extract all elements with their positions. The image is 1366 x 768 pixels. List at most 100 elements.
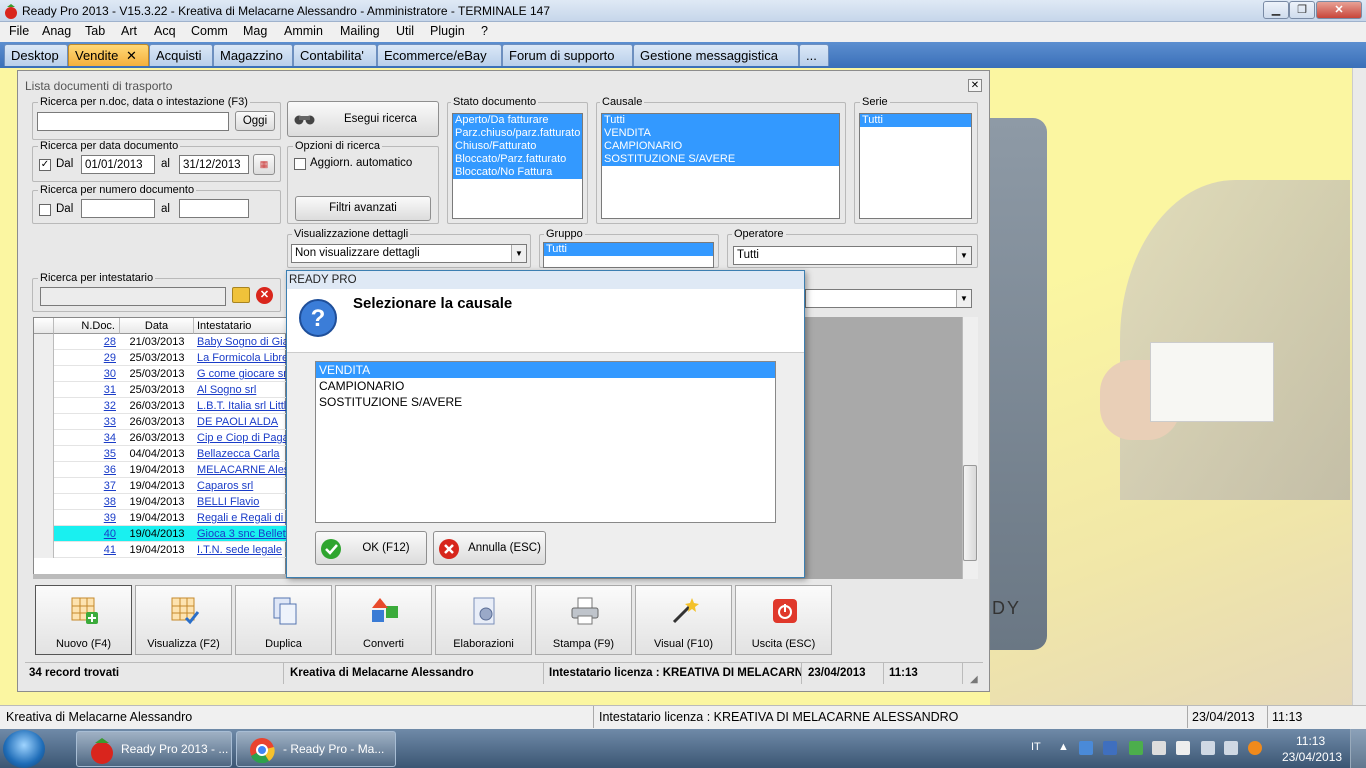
doc-number-link[interactable]: 36	[54, 462, 116, 478]
auto-update-checkbox[interactable]	[294, 158, 306, 170]
gruppo-option[interactable]: Tutti	[544, 243, 713, 256]
customer-link[interactable]: I.T.N. sede legale	[197, 542, 287, 558]
causale-choice[interactable]: SOSTITUZIONE S/AVERE	[316, 394, 775, 410]
show-desktop-button[interactable]	[1350, 729, 1366, 768]
status-option[interactable]: Bloccato/Parz.fatturato	[453, 153, 582, 166]
number-filter-checkbox[interactable]	[39, 204, 51, 216]
doc-number-link[interactable]: 33	[54, 414, 116, 430]
print-button[interactable]: Stampa (F9)	[535, 585, 632, 655]
doc-number-link[interactable]: 28	[54, 334, 116, 350]
customer-link[interactable]: MELACARNE Aless	[197, 462, 287, 478]
serie-listbox[interactable]: Tutti	[859, 113, 972, 219]
menu-ammin[interactable]: Ammin	[284, 24, 323, 38]
documents-grid[interactable]: N.Doc. Data Intestatario 28 21/03/2013 Bab…	[33, 317, 287, 579]
execute-search-button[interactable]: Esegui ricerca	[287, 101, 439, 137]
doc-number-link[interactable]: 31	[54, 382, 116, 398]
processing-button[interactable]: Elaborazioni	[435, 585, 532, 655]
row-selector[interactable]	[34, 462, 54, 478]
date-filter-checkbox[interactable]: ✓	[39, 159, 51, 171]
tab-ecommerce[interactable]: Ecommerce/eBay	[377, 44, 502, 66]
exit-button[interactable]: Uscita (ESC)	[735, 585, 832, 655]
language-indicator[interactable]: IT	[1031, 741, 1041, 753]
close-window-button[interactable]: ✕	[1316, 1, 1362, 19]
row-selector[interactable]	[34, 350, 54, 366]
date-to-field[interactable]	[179, 155, 249, 174]
tab-magazzino[interactable]: Magazzino	[213, 44, 293, 66]
causale-listbox[interactable]: Tutti VENDITA CAMPIONARIO SOSTITUZIONE S…	[601, 113, 840, 219]
menu-anag[interactable]: Anag	[42, 24, 71, 38]
date-from-field[interactable]	[81, 155, 155, 174]
table-row[interactable]: 29 25/03/2013 La Formicola Librer	[34, 350, 287, 366]
grid-scroll-thumb[interactable]	[963, 465, 977, 561]
table-row[interactable]: 33 26/03/2013 DE PAOLI ALDA	[34, 414, 287, 430]
serie-option[interactable]: Tutti	[860, 114, 971, 127]
operatore-select[interactable]: Tutti ▼	[733, 246, 972, 265]
table-row[interactable]: 40 19/04/2013 Gioca 3 snc Belletti	[34, 526, 287, 542]
doc-close-button[interactable]: ✕	[968, 79, 982, 92]
status-option[interactable]: Bloccato/No Fattura	[453, 166, 582, 179]
network-icon[interactable]	[1201, 741, 1215, 755]
start-button[interactable]	[3, 730, 45, 768]
tab-messaggistica[interactable]: Gestione messaggistica	[633, 44, 799, 66]
folder-icon[interactable]	[232, 287, 250, 303]
new-button[interactable]: Nuovo (F4)	[35, 585, 132, 655]
dialog-ok-button[interactable]: OK (F12)	[315, 531, 427, 565]
tab-close-icon[interactable]: ✕	[126, 48, 137, 63]
row-selector[interactable]	[34, 510, 54, 526]
dialog-cancel-button[interactable]: Annulla (ESC)	[433, 531, 546, 565]
doc-number-link[interactable]: 34	[54, 430, 116, 446]
row-selector[interactable]	[34, 366, 54, 382]
gruppo-listbox[interactable]: Tutti	[543, 242, 714, 268]
row-selector[interactable]	[34, 446, 54, 462]
doc-number-link[interactable]: 35	[54, 446, 116, 462]
row-selector[interactable]	[34, 430, 54, 446]
status-option[interactable]: Aperto/Da fatturare	[453, 114, 582, 127]
grid-header-data[interactable]: Data	[120, 318, 194, 334]
duplicate-button[interactable]: Duplica	[235, 585, 332, 655]
causale-choice-list[interactable]: VENDITA CAMPIONARIO SOSTITUZIONE S/AVERE	[315, 361, 776, 523]
doc-number-link[interactable]: 38	[54, 494, 116, 510]
table-row[interactable]: 30 25/03/2013 G come giocare srl	[34, 366, 287, 382]
table-row[interactable]: 41 19/04/2013 I.T.N. sede legale	[34, 542, 287, 558]
menu-acq[interactable]: Acq	[154, 24, 176, 38]
row-selector[interactable]	[34, 526, 54, 542]
table-row[interactable]: 34 26/03/2013 Cip e Ciop di Pagar	[34, 430, 287, 446]
menu-mag[interactable]: Mag	[243, 24, 267, 38]
minimize-button[interactable]: ▁	[1263, 1, 1289, 19]
convert-button[interactable]: Converti	[335, 585, 432, 655]
tab-desktop[interactable]: Desktop	[4, 44, 68, 66]
table-row[interactable]: 35 04/04/2013 Bellazecca Carla	[34, 446, 287, 462]
customer-link[interactable]: DE PAOLI ALDA	[197, 414, 287, 430]
details-select[interactable]: Non visualizzare dettagli ▼	[291, 244, 527, 263]
doc-number-link[interactable]: 30	[54, 366, 116, 382]
menu-file[interactable]: File	[9, 24, 29, 38]
doc-number-link[interactable]: 40	[54, 526, 116, 542]
grid-hscroll[interactable]	[33, 574, 286, 579]
clock-time[interactable]: 11:13	[1296, 734, 1325, 748]
tab-acquisti[interactable]: Acquisti	[149, 44, 213, 66]
search-input[interactable]	[37, 112, 229, 131]
row-selector[interactable]	[34, 382, 54, 398]
tab-contabilita[interactable]: Contabilita'	[293, 44, 377, 66]
status-listbox[interactable]: Aperto/Da fatturare Parz.chiuso/parz.fat…	[452, 113, 583, 219]
status-option[interactable]: Chiuso/Fatturato	[453, 140, 582, 153]
menu-mailing[interactable]: Mailing	[340, 24, 380, 38]
customer-link[interactable]: La Formicola Librer	[197, 350, 287, 366]
row-selector[interactable]	[34, 494, 54, 510]
row-selector[interactable]	[34, 478, 54, 494]
doc-number-link[interactable]: 29	[54, 350, 116, 366]
view-button[interactable]: Visualizza (F2)	[135, 585, 232, 655]
hidden-select[interactable]: ▼	[805, 289, 972, 308]
table-row[interactable]: 31 25/03/2013 Al Sogno srl	[34, 382, 287, 398]
table-row[interactable]: 39 19/04/2013 Regali e Regali di F	[34, 510, 287, 526]
customer-link[interactable]: Bellazecca Carla	[197, 446, 287, 462]
causale-option[interactable]: CAMPIONARIO	[602, 140, 839, 153]
volume-icon[interactable]	[1224, 741, 1238, 755]
grid-header-intestatario[interactable]: Intestatario	[194, 318, 287, 334]
tab-forum[interactable]: Forum di supporto	[502, 44, 633, 66]
today-button[interactable]: Oggi	[235, 111, 275, 131]
flag-icon[interactable]	[1176, 741, 1190, 755]
customer-link[interactable]: Cip e Ciop di Pagar	[197, 430, 287, 446]
causale-choice[interactable]: VENDITA	[316, 362, 775, 378]
doc-number-link[interactable]: 39	[54, 510, 116, 526]
